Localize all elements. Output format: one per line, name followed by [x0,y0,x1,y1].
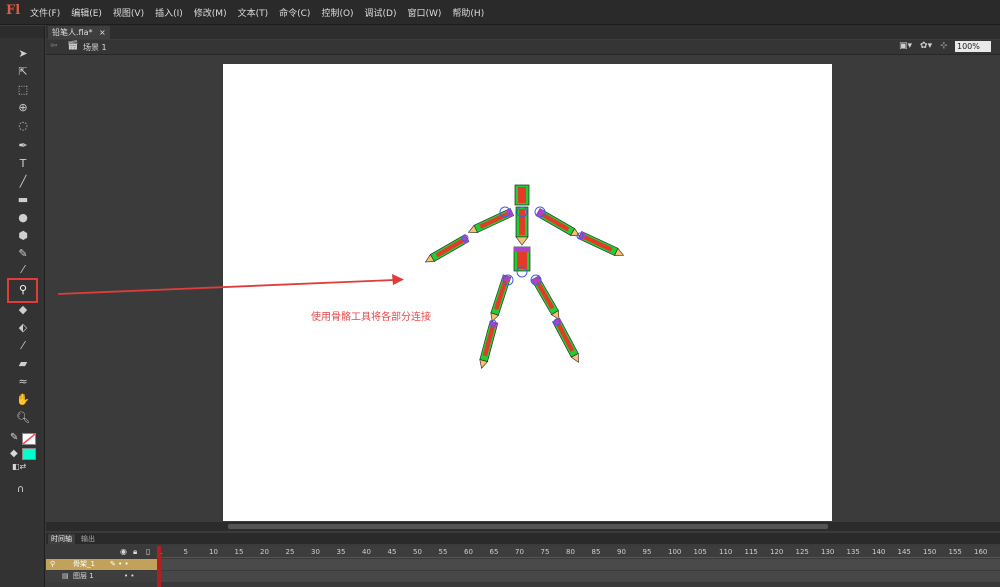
horizontal-scrollbar-thumb[interactable] [228,524,828,529]
frame-tick: 90 [617,548,626,556]
layer-icon: ▤ [62,572,69,580]
layer-row-1[interactable]: ▤ 图层 1 • • [46,571,157,582]
frame-tick: 10 [209,548,218,556]
frame-tick: 150 [923,548,937,556]
layer-frames-armature[interactable] [157,559,1000,570]
frame-tick: 15 [234,548,244,556]
frame-tick: 95 [642,548,652,556]
frame-tick: 145 [897,548,911,556]
pencil-left-upper-arm[interactable] [466,207,515,237]
frame-tick: 100 [668,548,682,556]
stage-artwork [57,184,626,370]
layer-name: 图层 1 [73,572,94,580]
frame-tick: 60 [464,548,473,556]
frame-tick: 155 [948,548,962,556]
pencil-right-upper-arm[interactable] [535,208,583,240]
frame-tick: 115 [744,548,758,556]
frame-tick: 35 [336,548,346,556]
frame-tick: 125 [795,548,809,556]
pencil-left-upper-leg[interactable] [487,274,512,324]
frame-tick: 160 [974,548,988,556]
frame-tick: 75 [540,548,550,556]
outline-icon[interactable]: ▯ [146,547,150,556]
layer-name: 骨架_1 [73,560,95,568]
layer-frames-1[interactable] [157,571,1000,582]
layer-dots: • • [124,572,135,580]
pencil-left-lower-leg[interactable] [477,320,499,370]
layer-row-armature[interactable]: ⚲ 骨架_1 ✎ • • [46,559,157,570]
frame-tick: 135 [846,548,860,556]
frame-tick: 140 [872,548,886,556]
frame-tick: 45 [387,548,397,556]
timeline-tab-bar [46,533,1000,544]
frame-tick: 25 [285,548,295,556]
frame-tick: 120 [770,548,784,556]
frame-tick: 85 [591,548,601,556]
pencil-head[interactable] [514,184,530,206]
frame-tick: 80 [566,548,575,556]
annotation-arrow [57,274,404,295]
frame-tick: 65 [489,548,499,556]
tab-timeline[interactable]: 时间轴 [48,534,75,544]
pencil-right-upper-leg[interactable] [531,275,563,323]
tab-output[interactable]: 输出 [78,534,98,544]
pencil-right-lower-arm[interactable] [577,230,626,260]
frame-tick: 130 [821,548,835,556]
frame-tick: 5 [183,548,188,556]
eye-icon[interactable]: ◉ [120,547,127,556]
frame-tick: 40 [362,548,371,556]
playhead[interactable] [157,546,161,587]
pencil-torso-upper[interactable] [515,206,529,246]
frame-tick: 20 [260,548,269,556]
frame-tick: 55 [438,548,448,556]
frame-tick: 50 [413,548,422,556]
frame-tick: 105 [693,548,707,556]
lock-icon[interactable]: 🔒︎ [133,547,137,557]
armature-icon: ⚲ [50,560,56,568]
frame-tick: 70 [515,548,524,556]
frame-tick: 30 [311,548,320,556]
frame-tick: 110 [719,548,733,556]
annotation-text: 使用骨骼工具将各部分连接 [311,312,431,323]
pencil-edit-icon: ✎ • • [110,560,129,568]
